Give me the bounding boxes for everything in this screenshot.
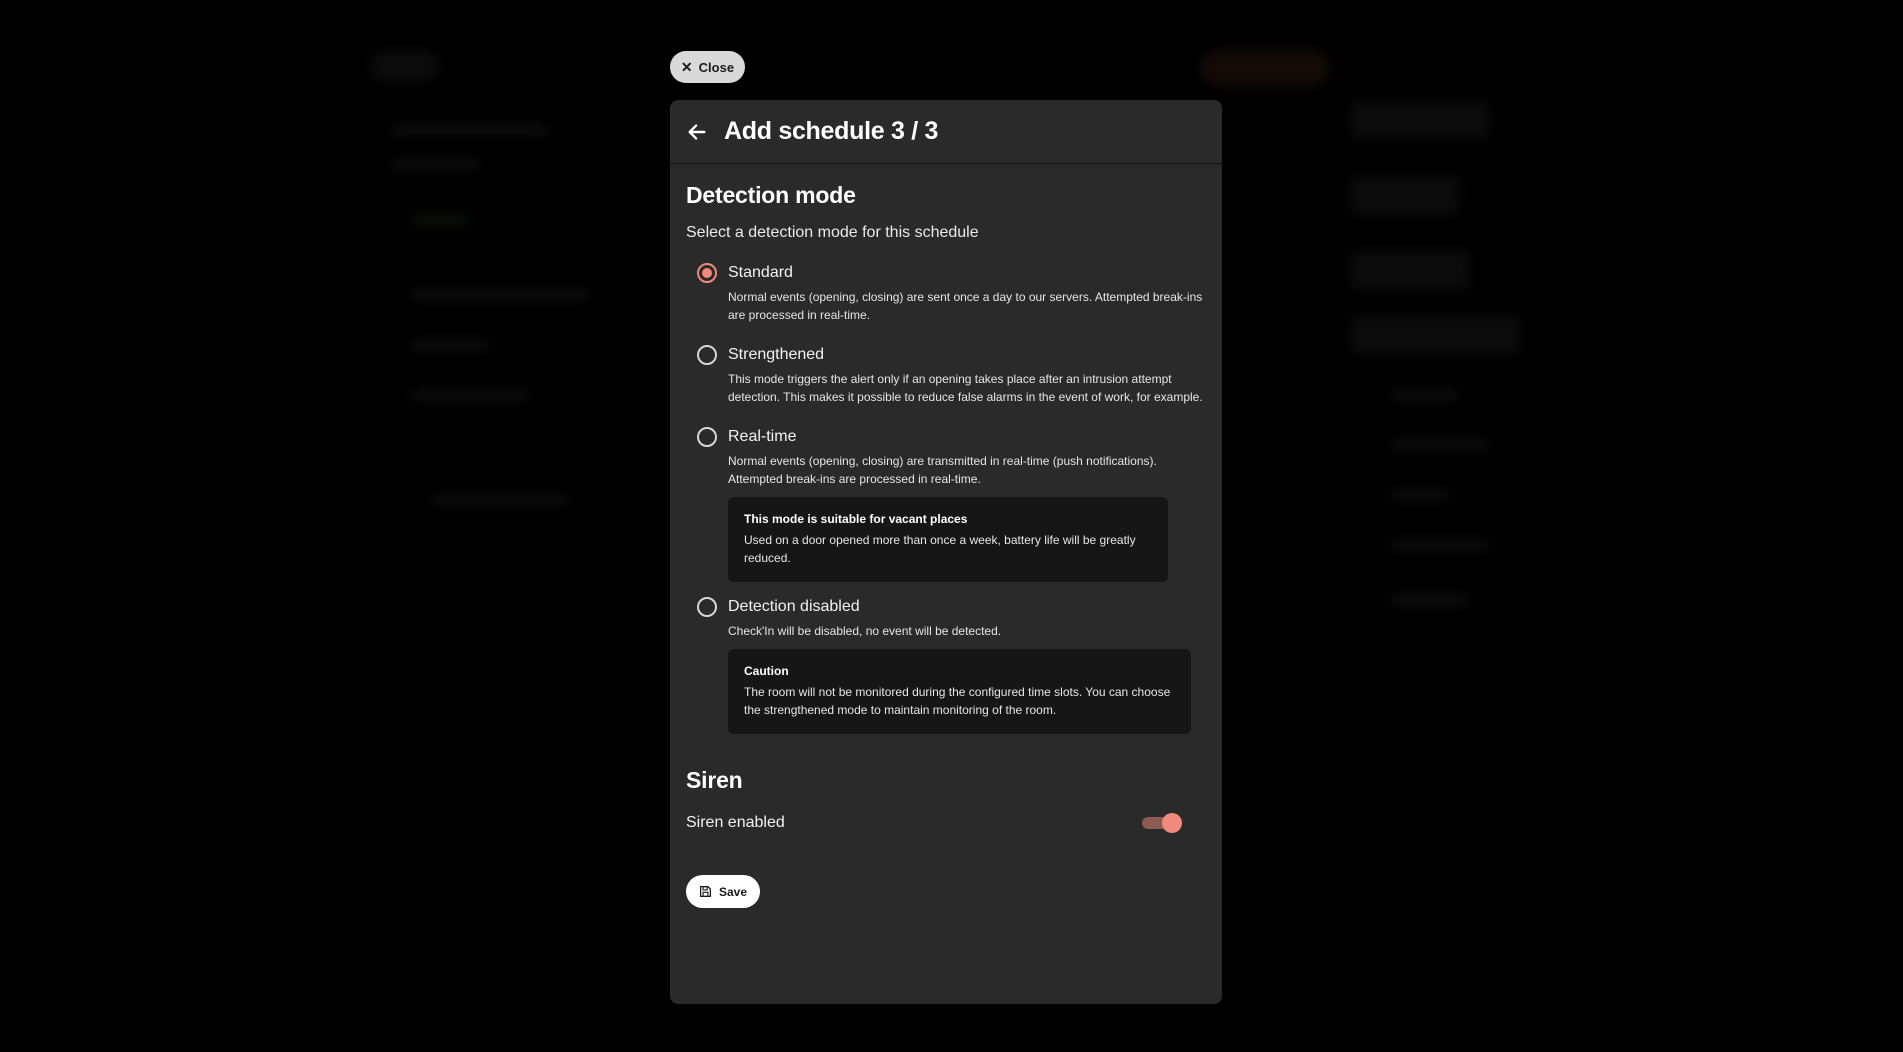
toggle-thumb bbox=[1162, 813, 1182, 833]
caution-notice: Caution The room will not be monitored d… bbox=[728, 649, 1191, 734]
option-description: Check'In will be disabled, no event will… bbox=[728, 624, 1002, 638]
option-description: Normal events (opening, closing) are sen… bbox=[728, 290, 1203, 322]
close-button-label: Close bbox=[698, 59, 735, 75]
option-real-time[interactable]: Real-time Normal events (opening, closin… bbox=[686, 426, 1206, 582]
detection-mode-subtitle: Select a detection mode for this schedul… bbox=[686, 224, 979, 241]
save-icon bbox=[699, 885, 712, 898]
siren-toggle[interactable] bbox=[1142, 812, 1182, 834]
modal-body: Detection mode Select a detection mode f… bbox=[670, 164, 1222, 908]
siren-enabled-label: Siren enabled bbox=[686, 814, 785, 831]
option-strengthened[interactable]: Strengthened This mode triggers the aler… bbox=[686, 344, 1206, 406]
radio-strengthened[interactable] bbox=[697, 345, 717, 365]
radio-standard[interactable] bbox=[697, 263, 717, 283]
notice-title: Caution bbox=[744, 664, 789, 678]
close-button[interactable]: ✕ Close bbox=[670, 51, 745, 83]
radio-real-time[interactable] bbox=[697, 427, 717, 447]
close-icon: ✕ bbox=[680, 59, 693, 75]
option-standard[interactable]: Standard Normal events (opening, closing… bbox=[686, 262, 1206, 324]
option-detection-disabled[interactable]: Detection disabled Check'In will be disa… bbox=[686, 596, 1206, 734]
notice-text: The room will not be monitored during th… bbox=[744, 685, 1171, 717]
option-description: This mode triggers the alert only if an … bbox=[728, 372, 1203, 404]
option-label: Standard bbox=[728, 264, 793, 281]
detection-mode-heading: Detection mode bbox=[686, 182, 856, 208]
option-label: Detection disabled bbox=[728, 598, 860, 615]
radio-detection-disabled[interactable] bbox=[697, 597, 717, 617]
notice-text: Used on a door opened more than once a w… bbox=[744, 533, 1136, 565]
save-button[interactable]: Save bbox=[686, 875, 760, 908]
arrow-left-icon[interactable] bbox=[686, 121, 708, 143]
option-label: Strengthened bbox=[728, 346, 825, 363]
siren-row: Siren enabled bbox=[686, 812, 1206, 834]
modal-title: Add schedule 3 / 3 bbox=[724, 117, 939, 145]
modal-header: Add schedule 3 / 3 bbox=[670, 100, 1222, 164]
option-description: Normal events (opening, closing) are tra… bbox=[728, 454, 1157, 486]
save-button-label: Save bbox=[718, 884, 748, 899]
vacant-places-notice: This mode is suitable for vacant places … bbox=[728, 497, 1168, 582]
siren-heading: Siren bbox=[686, 767, 743, 793]
notice-title: This mode is suitable for vacant places bbox=[744, 512, 968, 526]
option-label: Real-time bbox=[728, 428, 797, 445]
add-schedule-modal: Add schedule 3 / 3 Detection mode Select… bbox=[670, 100, 1222, 1004]
